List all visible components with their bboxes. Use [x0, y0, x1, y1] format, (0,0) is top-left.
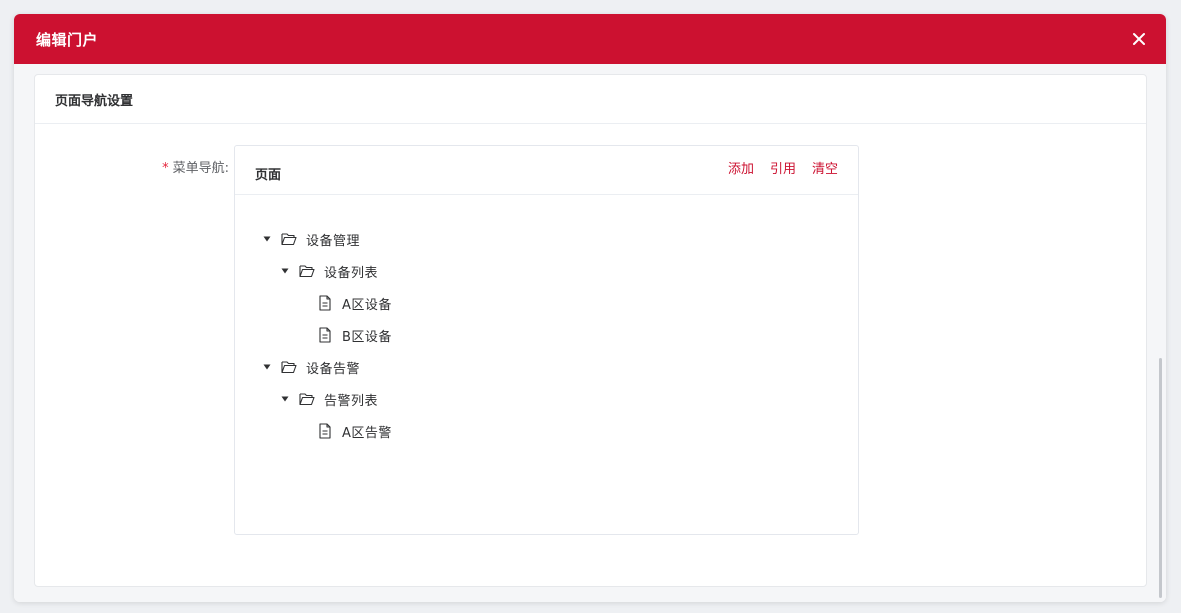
edit-portal-dialog: 编辑门户 页面导航设置 * 菜单导航: 页面 添加 引用 清空 设备管理 设备列… — [14, 14, 1166, 602]
tree-node-alarm-list[interactable]: 告警列表 — [261, 383, 858, 415]
menu-nav-box: 页面 添加 引用 清空 设备管理 设备列表 A区设备 B区设备 设备告警 告警列… — [234, 145, 859, 535]
caret-down-icon[interactable] — [261, 361, 273, 373]
menu-nav-label-text: 菜单导航: — [172, 161, 229, 176]
folder-open-icon — [299, 391, 315, 407]
tree-node-label: 设备列表 — [324, 265, 379, 281]
card-title: 页面导航设置 — [35, 75, 1146, 124]
close-icon[interactable] — [1128, 28, 1150, 50]
folder-open-icon — [299, 263, 315, 279]
dialog-scrollbar[interactable] — [1159, 358, 1162, 598]
tree-node-device-list[interactable]: 设备列表 — [261, 255, 858, 287]
menu-box-header: 页面 添加 引用 清空 — [235, 146, 858, 195]
tree-node-device-alarm[interactable]: 设备告警 — [261, 351, 858, 383]
tree-node-b-zone-device[interactable]: B区设备 — [261, 319, 858, 351]
add-button[interactable]: 添加 — [728, 158, 754, 177]
tree-node-label: 设备告警 — [306, 361, 361, 377]
tree-node-label: A区设备 — [342, 297, 392, 313]
document-icon — [317, 327, 333, 343]
page-nav-settings-card: 页面导航设置 * 菜单导航: 页面 添加 引用 清空 设备管理 设备列表 A区设… — [34, 74, 1147, 587]
tree-node-a-zone-device[interactable]: A区设备 — [261, 287, 858, 319]
menu-box-actions: 添加 引用 清空 — [728, 158, 838, 177]
clear-button[interactable]: 清空 — [812, 158, 838, 177]
tree-node-a-zone-alarm[interactable]: A区告警 — [261, 415, 858, 447]
dialog-header: 编辑门户 — [14, 14, 1166, 64]
caret-down-icon[interactable] — [279, 265, 291, 277]
menu-tree: 设备管理 设备列表 A区设备 B区设备 设备告警 告警列表 A区告警 — [235, 195, 858, 447]
tree-node-device-management[interactable]: 设备管理 — [261, 223, 858, 255]
document-icon — [317, 295, 333, 311]
dialog-title: 编辑门户 — [36, 30, 99, 49]
reference-button[interactable]: 引用 — [770, 158, 796, 177]
document-icon — [317, 423, 333, 439]
caret-down-icon[interactable] — [279, 393, 291, 405]
folder-open-icon — [281, 359, 297, 375]
tree-node-label: A区告警 — [342, 425, 392, 441]
menu-box-title: 页面 — [255, 167, 282, 183]
tree-node-label: 设备管理 — [306, 233, 361, 249]
required-mark: * — [162, 161, 169, 176]
tree-node-label: B区设备 — [342, 329, 392, 345]
dialog-body: 页面导航设置 * 菜单导航: 页面 添加 引用 清空 设备管理 设备列表 A区设… — [14, 64, 1166, 602]
menu-nav-label: * 菜单导航: — [125, 157, 229, 176]
folder-open-icon — [281, 231, 297, 247]
tree-node-label: 告警列表 — [324, 393, 379, 409]
caret-down-icon[interactable] — [261, 233, 273, 245]
